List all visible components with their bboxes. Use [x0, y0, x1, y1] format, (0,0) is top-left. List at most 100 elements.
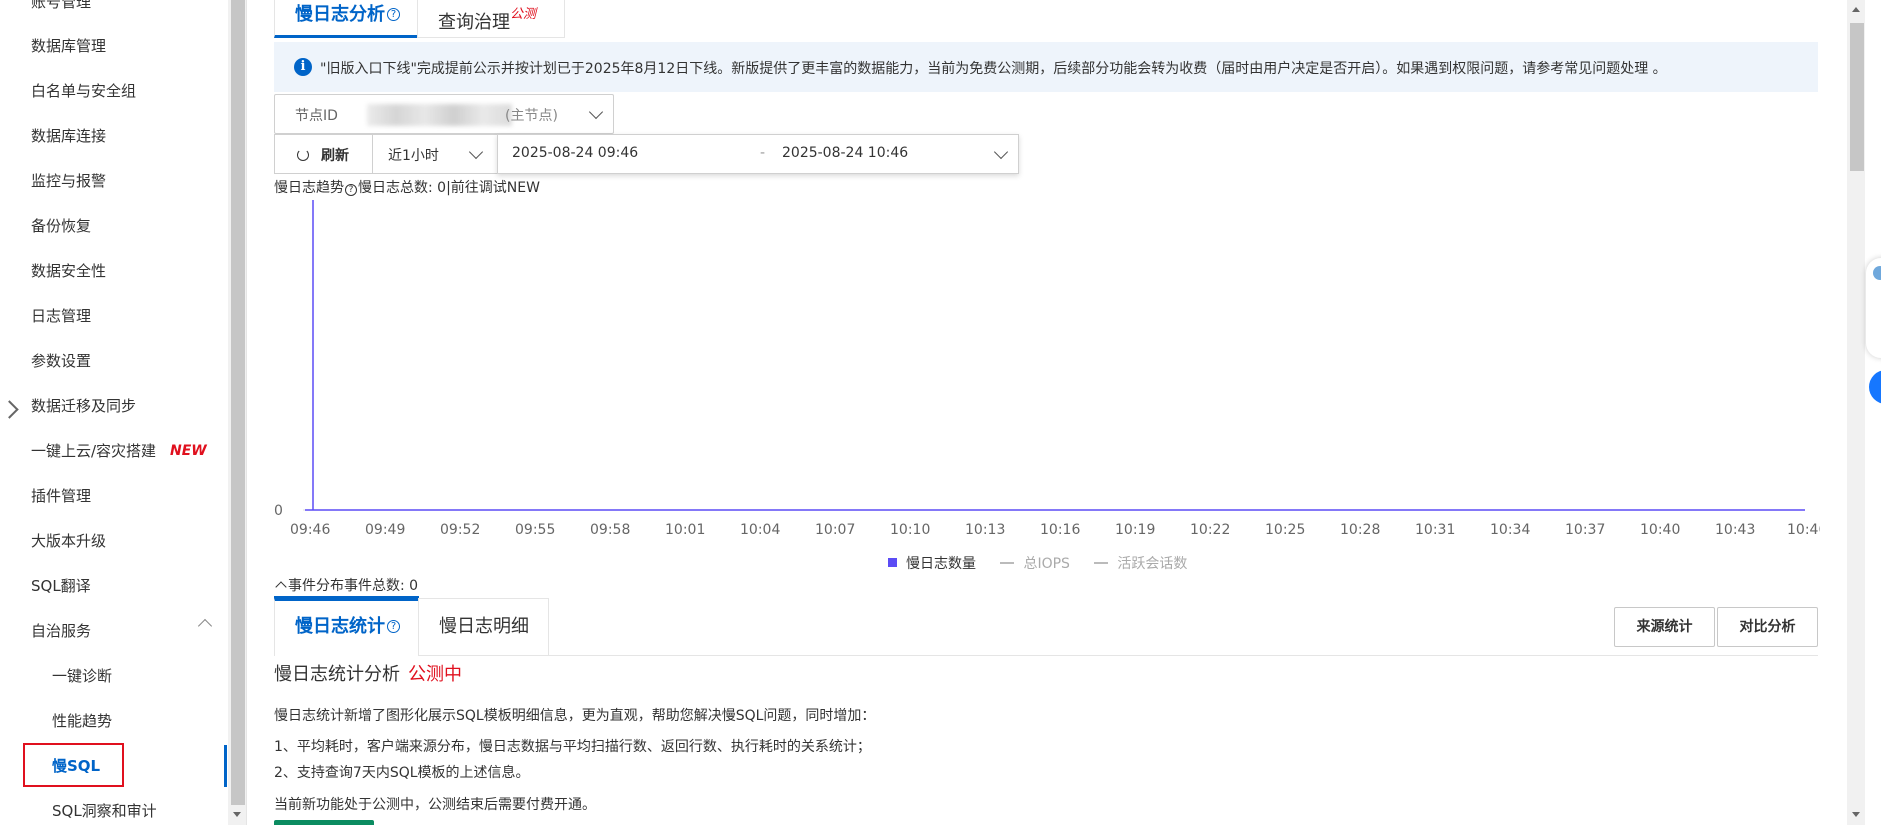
debug-link[interactable]: 前往调试NEW [451, 180, 540, 196]
sidebar-item-diagnosis[interactable]: 一键诊断 [52, 665, 112, 687]
stats-paragraph: 1、平均耗时，客户端来源分布，慢日志数据与平均扫描行数、返回行数、执行耗时的关系… [274, 739, 871, 755]
x-tick-label: 10:19 [1115, 522, 1155, 538]
legend-label: 活跃会话数 [1117, 556, 1188, 572]
notice-text: "旧版入口下线"完成提前公示并按计划已于2025年8月12日下线。新版提供了更丰… [320, 61, 1667, 77]
chevron-up-icon[interactable] [197, 618, 213, 634]
beta-badge: 公测中 [408, 664, 462, 685]
sidebar-item-plugins[interactable]: 插件管理 [31, 485, 91, 507]
chart-legend: 慢日志数量 总IOPS 活跃会话数 [888, 553, 1207, 573]
x-tick-label: 10:01 [665, 522, 705, 538]
info-icon: i [294, 58, 312, 76]
redacted-node-id [367, 104, 512, 126]
sidebar-item-monitoring[interactable]: 监控与报警 [31, 170, 106, 192]
x-tick-label: 10:46 [1787, 522, 1820, 538]
sidebar-item-cloud-migrate[interactable]: 一键上云/容灾搭建 [31, 440, 156, 462]
sidebar-item-sql-audit[interactable]: SQL洞察和审计 [52, 800, 157, 822]
tab-label: 查询治理 [438, 12, 510, 33]
chevron-right-icon[interactable] [3, 398, 17, 422]
bottom-tabs: 慢日志统计? 慢日志明细 [274, 598, 1818, 656]
sidebar-item-migration[interactable]: 数据迁移及同步 [31, 395, 136, 417]
date-start[interactable]: 2025-08-24 09:46 [512, 145, 638, 161]
slow-log-trend-chart: 0 09:46 09:49 09:52 09:55 09:58 10:01 10:04 10:0… [274, 200, 1820, 538]
sidebar-scrollbar-thumb[interactable] [231, 0, 245, 805]
sidebar-item-upgrade[interactable]: 大版本升级 [31, 530, 106, 552]
scroll-up-arrow-icon[interactable] [1852, 7, 1860, 12]
new-badge: NEW [170, 443, 207, 459]
floating-help-button[interactable] [1866, 258, 1881, 358]
event-label: 事件分布 [288, 578, 344, 594]
enable-button[interactable] [274, 820, 374, 825]
legend-item-iops[interactable]: 总IOPS [1000, 553, 1070, 573]
sidebar-item-log-mgmt[interactable]: 日志管理 [31, 305, 91, 327]
tab-query-governance[interactable]: 查询治理公测 [417, 0, 565, 38]
sidebar-item-account[interactable]: 账号管理 [31, 0, 91, 13]
highlight-box [23, 743, 124, 787]
chart-title: 慢日志趋势 [274, 180, 344, 196]
time-range-select[interactable]: 近1小时 [372, 134, 498, 174]
node-id-select[interactable]: 节点ID (主节点) [274, 94, 614, 134]
sidebar: 账号管理 数据库管理 白名单与安全组 数据库连接 监控与报警 备份恢复 数据安全… [0, 0, 228, 825]
sidebar-item-data-security[interactable]: 数据安全性 [31, 260, 106, 282]
compare-button[interactable]: 对比分析 [1717, 607, 1818, 647]
legend-item-slow-count[interactable]: 慢日志数量 [888, 553, 976, 573]
beta-badge: 公测 [510, 7, 537, 22]
divider [246, 0, 247, 825]
chart-marks: 0 09:46 09:49 09:52 09:55 09:58 10:01 10:04 10:0… [274, 200, 1820, 538]
tab-label: 慢日志明细 [439, 616, 529, 637]
tab-label: 慢日志分析 [295, 4, 385, 25]
chevron-down-icon [993, 144, 1009, 160]
node-id-label: 节点ID [295, 108, 338, 124]
sidebar-item-params[interactable]: 参数设置 [31, 350, 91, 372]
source-stats-button[interactable]: 来源统计 [1614, 607, 1715, 647]
date-end[interactable]: 2025-08-24 10:46 [782, 145, 908, 161]
x-tick-label: 09:46 [290, 522, 330, 538]
tab-slow-log-analysis[interactable]: 慢日志分析? [274, 0, 418, 38]
date-separator: - [760, 145, 766, 161]
help-icon[interactable]: ? [387, 8, 400, 21]
chevron-down-icon [468, 144, 484, 160]
legend-item-sessions[interactable]: 活跃会话数 [1094, 553, 1187, 573]
date-range-picker[interactable]: 2025-08-24 09:46 - 2025-08-24 10:46 [497, 134, 1019, 174]
stats-paragraph: 慢日志统计新增了图形化展示SQL模板明细信息，更为直观，帮助您解决慢SQL问题，… [274, 708, 876, 724]
sidebar-item-database-mgmt[interactable]: 数据库管理 [31, 35, 106, 57]
floating-assistant-button[interactable] [1869, 370, 1881, 404]
scroll-down-arrow-icon[interactable] [233, 812, 241, 817]
x-tick-label: 10:10 [890, 522, 930, 538]
sidebar-item-autonomy[interactable]: 自治服务 [31, 620, 91, 642]
legend-label: 慢日志数量 [906, 556, 976, 572]
x-tick-label: 09:55 [515, 522, 555, 538]
page-scrollbar-thumb[interactable] [1850, 23, 1864, 171]
legend-swatch [1000, 562, 1015, 564]
scroll-down-arrow-icon[interactable] [1852, 812, 1860, 817]
x-tick-label: 10:07 [815, 522, 855, 538]
tab-slow-log-detail[interactable]: 慢日志明细 [418, 598, 549, 656]
refresh-label: 刷新 [321, 148, 349, 164]
sidebar-item-sql-translate[interactable]: SQL翻译 [31, 575, 91, 597]
x-tick-label: 10:37 [1565, 522, 1605, 538]
refresh-button[interactable]: 刷新 [274, 134, 373, 174]
tab-slow-log-stats[interactable]: 慢日志统计? [274, 598, 419, 656]
x-tick-label: 10:04 [740, 522, 780, 538]
legend-swatch [1094, 562, 1109, 564]
x-tick-label: 10:40 [1640, 522, 1680, 538]
sidebar-item-db-connection[interactable]: 数据库连接 [31, 125, 106, 147]
help-icon[interactable]: ? [387, 620, 400, 633]
chart-total: 慢日志总数: 0 [358, 180, 447, 196]
x-tick-label: 10:43 [1715, 522, 1755, 538]
node-id-suffix: (主节点) [505, 108, 558, 124]
x-tick-label: 10:25 [1265, 522, 1305, 538]
chevron-down-icon [588, 104, 604, 120]
y-tick-label: 0 [274, 503, 283, 519]
notice-banner: i "旧版入口下线"完成提前公示并按计划已于2025年8月12日下线。新版提供了… [274, 42, 1818, 92]
sidebar-item-perf-trend[interactable]: 性能趋势 [52, 710, 112, 732]
legend-label: 总IOPS [1023, 556, 1070, 572]
refresh-icon [297, 149, 309, 161]
x-tick-label: 10:13 [965, 522, 1005, 538]
x-tick-label: 10:28 [1340, 522, 1380, 538]
stats-title: 慢日志统计分析 公测中 [274, 660, 462, 686]
x-tick-label: 10:34 [1490, 522, 1530, 538]
sidebar-item-backup[interactable]: 备份恢复 [31, 215, 91, 237]
event-distribution-toggle[interactable]: 事件分布事件总数: 0 [274, 575, 418, 595]
x-tick-label: 10:22 [1190, 522, 1230, 538]
sidebar-item-whitelist[interactable]: 白名单与安全组 [31, 80, 136, 102]
